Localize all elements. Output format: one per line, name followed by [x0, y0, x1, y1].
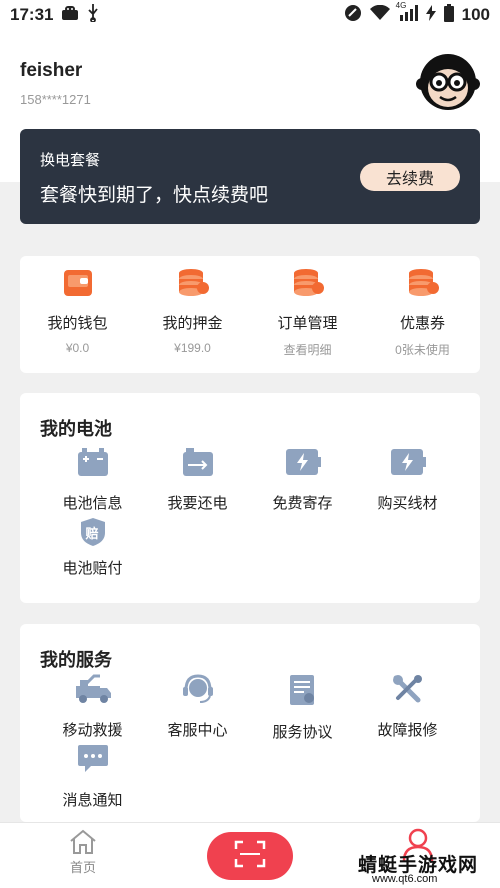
orders-sub: 查看明细 — [283, 343, 332, 357]
battery-section: 我的电池 电池信息 我要还电 免费寄存 购买线材 赔 电池赔付 — [20, 393, 480, 603]
cable-icon — [350, 447, 465, 482]
wallet-card: 我的钱包 ¥0.0 我的押金 ¥199.0 订单管理 查看明细 优惠券 0张未使… — [20, 256, 480, 373]
service-section-title: 我的服务 — [40, 650, 112, 670]
wallet-balance: ¥0.0 — [65, 341, 90, 355]
message-notice-label: 消息通知 — [62, 792, 123, 809]
service-section: 我的服务 移动救援 客服中心 服务协议 故障报修 消息通知 — [20, 624, 480, 822]
do-not-disturb-icon — [344, 4, 362, 27]
battery-return-icon — [140, 447, 255, 482]
grid-item-free-storage[interactable]: 免费寄存 — [245, 447, 360, 513]
plan-title: 换电套餐 — [40, 152, 101, 169]
grid-item-message-notice[interactable]: 消息通知 — [35, 744, 150, 810]
grid-item-mobile-rescue[interactable]: 移动救援 — [35, 674, 150, 740]
scan-button[interactable] — [207, 832, 293, 880]
mobile-rescue-label: 移动救援 — [62, 722, 123, 739]
watermark-url: www.qt6.com — [372, 873, 438, 885]
deposit-amount: ¥199.0 — [174, 341, 211, 355]
grid-item-service-agreement[interactable]: 服务协议 — [245, 674, 360, 742]
coupons-sub: 0张未使用 — [395, 343, 450, 357]
cellular-signal-icon: 4G — [396, 1, 418, 26]
status-time: 17:31 — [10, 5, 54, 24]
compensation-icon: 赔 — [80, 517, 106, 547]
renew-button[interactable]: 去续费 — [360, 163, 460, 191]
customer-service-label: 客服中心 — [167, 722, 228, 739]
wifi-icon — [369, 4, 390, 26]
grid-item-buy-cable[interactable]: 购买线材 — [350, 447, 465, 513]
user-phone: 158****1271 — [20, 92, 91, 107]
return-battery-label: 我要还电 — [167, 495, 228, 512]
wallet-label: 我的钱包 — [47, 315, 108, 332]
plan-renewal-card: 换电套餐 套餐快到期了，快点续费吧 去续费 — [20, 129, 480, 224]
usb-icon — [87, 3, 99, 27]
fault-repair-label: 故障报修 — [377, 722, 438, 739]
battery-section-title: 我的电池 — [40, 419, 112, 439]
status-bar: 17:31 4G 100 — [0, 0, 500, 30]
coins-icon — [135, 268, 250, 303]
coins-icon — [250, 268, 365, 303]
compensation-badge: 赔 — [85, 526, 99, 541]
grid-item-return-battery[interactable]: 我要还电 — [140, 447, 255, 513]
wallet-item-deposit[interactable]: 我的押金 ¥199.0 — [135, 268, 250, 355]
battery-info-label: 电池信息 — [62, 495, 123, 512]
coupons-label: 优惠券 — [399, 315, 445, 332]
wallet-icon — [20, 268, 135, 303]
avatar[interactable] — [416, 48, 480, 112]
android-debug-icon — [61, 5, 79, 25]
network-type-label: 4G — [395, 0, 407, 10]
free-storage-label: 免费寄存 — [272, 495, 333, 512]
service-agreement-label: 服务协议 — [272, 724, 333, 741]
battery-level: 100 — [461, 5, 490, 24]
buy-cable-label: 购买线材 — [377, 495, 438, 512]
orders-label: 订单管理 — [277, 315, 338, 332]
grid-item-fault-repair[interactable]: 故障报修 — [350, 674, 465, 740]
battery-info-icon — [35, 447, 150, 482]
wallet-item-wallet[interactable]: 我的钱包 ¥0.0 — [20, 268, 135, 355]
deposit-label: 我的押金 — [162, 315, 223, 332]
repair-tools-icon — [350, 674, 465, 709]
scan-icon — [234, 840, 266, 873]
wallet-item-coupons[interactable]: 优惠券 0张未使用 — [365, 268, 480, 358]
charging-icon — [425, 4, 436, 26]
plan-description: 套餐快到期了，快点续费吧 — [40, 185, 269, 206]
tab-home-label: 首页 — [69, 860, 96, 875]
storage-icon — [245, 447, 360, 482]
agreement-icon — [245, 674, 360, 711]
user-name: feisher — [20, 60, 83, 81]
message-icon — [35, 744, 150, 779]
battery-compensation-label: 电池赔付 — [62, 560, 123, 577]
grid-item-battery-compensation[interactable]: 赔 电池赔付 — [35, 517, 150, 578]
battery-icon — [443, 3, 454, 27]
grid-item-battery-info[interactable]: 电池信息 — [35, 447, 150, 513]
grid-item-customer-service[interactable]: 客服中心 — [140, 674, 255, 740]
wallet-item-orders[interactable]: 订单管理 查看明细 — [250, 268, 365, 358]
rescue-truck-icon — [35, 674, 150, 709]
home-icon — [54, 829, 112, 855]
headset-icon — [140, 674, 255, 709]
tab-home[interactable]: 首页 — [54, 829, 112, 876]
coins-icon — [365, 268, 480, 303]
